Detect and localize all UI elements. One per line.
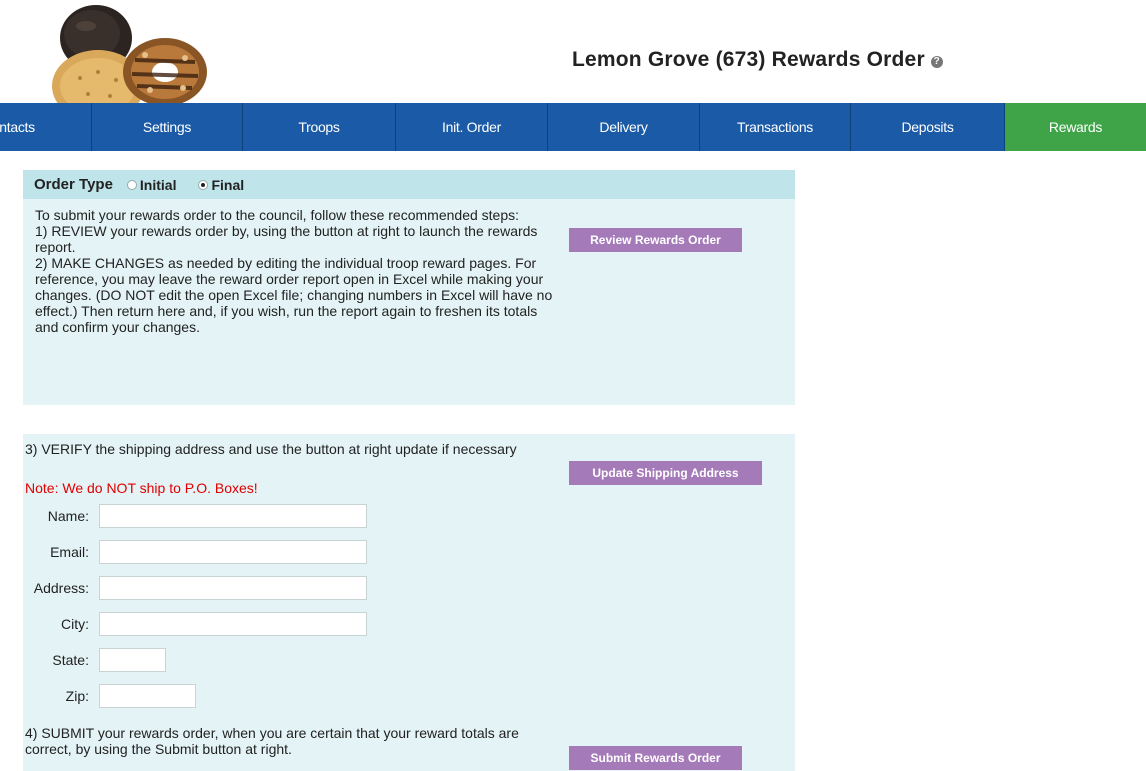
city-field[interactable] (99, 612, 367, 636)
nav-item-delivery[interactable]: Delivery (548, 103, 700, 151)
instructions-step-1: 1) REVIEW your rewards order by, using t… (35, 223, 538, 255)
address-label: Address: (33, 580, 89, 596)
order-type-bar: Order Type Initial Final (23, 170, 795, 199)
nav-item-troops[interactable]: Troops (243, 103, 396, 151)
state-label: State: (52, 652, 89, 668)
nav-item-init-order[interactable]: Init. Order (396, 103, 548, 151)
instructions-step-2: 2) MAKE CHANGES as needed by editing the… (35, 255, 553, 335)
nav-item-rewards[interactable]: Rewards (1005, 103, 1146, 151)
verify-shipping-text: 3) VERIFY the shipping address and use t… (25, 441, 517, 457)
city-row: City: (23, 612, 367, 636)
po-box-note: Note: We do NOT ship to P.O. Boxes! (25, 480, 258, 496)
email-label: Email: (50, 544, 89, 560)
radio-final-label[interactable]: Final (211, 177, 244, 193)
instructions-intro: To submit your rewards order to the coun… (35, 207, 520, 223)
nav-item-settings[interactable]: Settings (92, 103, 243, 151)
name-field[interactable] (99, 504, 367, 528)
zip-row: Zip: (23, 684, 196, 708)
name-row: Name: (23, 504, 367, 528)
nav-item-transactions[interactable]: Transactions (700, 103, 851, 151)
radio-initial[interactable] (126, 179, 137, 190)
radio-final[interactable] (198, 179, 209, 190)
email-field[interactable] (99, 540, 367, 564)
page-title-text: Lemon Grove (673) Rewards Order (572, 48, 925, 71)
submit-instructions: 4) SUBMIT your rewards order, when you a… (25, 725, 519, 757)
order-type-radio-group: Initial Final (126, 177, 266, 193)
state-row: State: (23, 648, 166, 672)
instructions-text: To submit your rewards order to the coun… (35, 207, 555, 335)
update-shipping-address-button[interactable]: Update Shipping Address (569, 461, 762, 485)
zip-label: Zip: (65, 688, 89, 704)
page-title: Lemon Grove (673) Rewards Order ? (572, 48, 943, 72)
zip-field[interactable] (99, 684, 196, 708)
cookie-logo (40, 0, 210, 122)
email-row: Email: (23, 540, 367, 564)
address-row: Address: (23, 576, 367, 600)
city-label: City: (61, 616, 89, 632)
review-rewards-order-button[interactable]: Review Rewards Order (569, 228, 742, 252)
address-field[interactable] (99, 576, 367, 600)
help-icon[interactable]: ? (930, 55, 943, 68)
nav-item-contacts[interactable]: Contacts (0, 103, 92, 151)
main-nav: Contacts Settings Troops Init. Order Del… (0, 103, 1146, 151)
nav-item-deposits[interactable]: Deposits (851, 103, 1005, 151)
state-field[interactable] (99, 648, 166, 672)
submit-rewards-order-button[interactable]: Submit Rewards Order (569, 746, 742, 770)
name-label: Name: (47, 508, 89, 524)
radio-initial-label[interactable]: Initial (140, 177, 177, 193)
order-type-label: Order Type (34, 176, 113, 193)
